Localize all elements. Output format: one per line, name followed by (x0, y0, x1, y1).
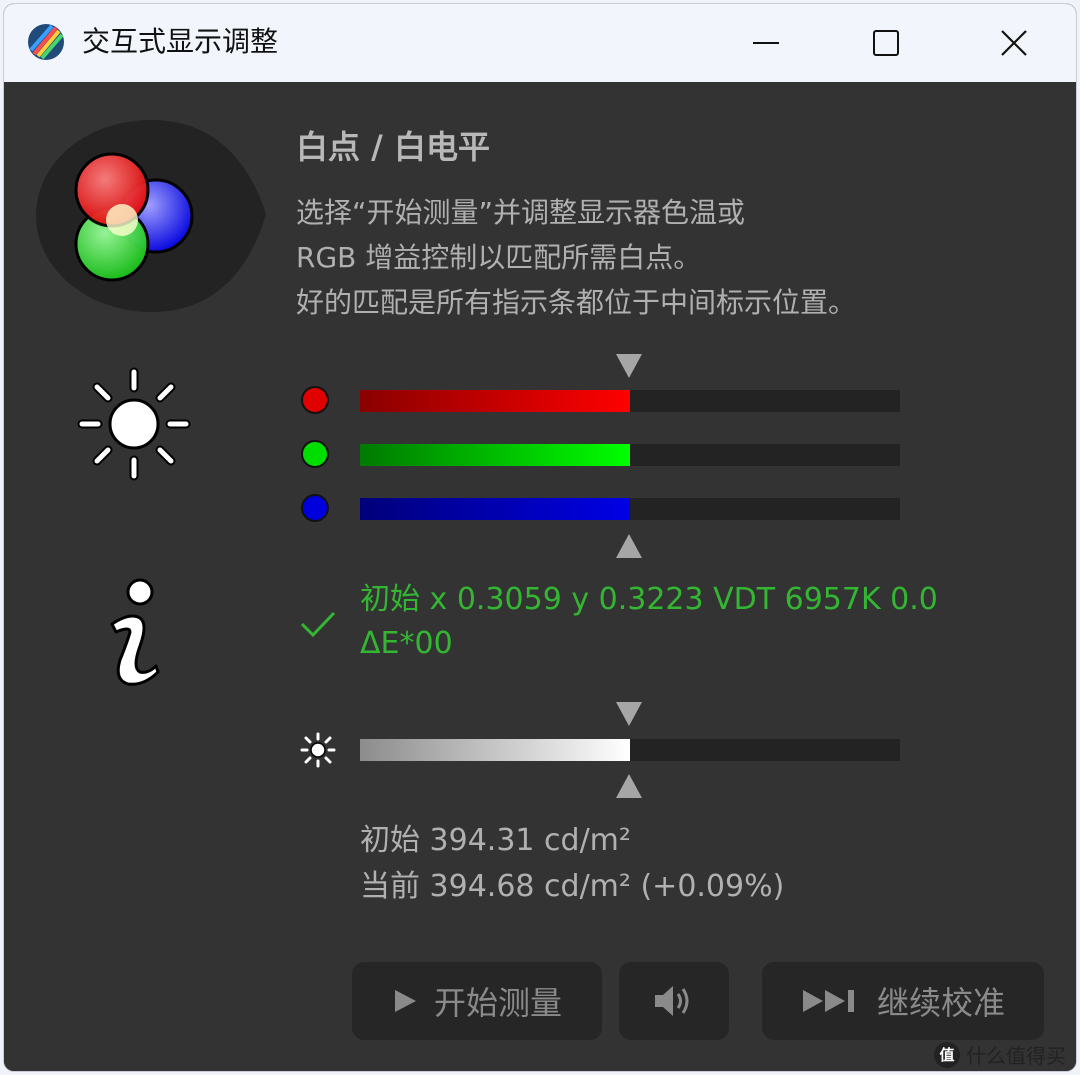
watermark-text: 什么值得买 (966, 1044, 1066, 1068)
green-gain-bar (360, 444, 900, 466)
sound-toggle-button[interactable] (619, 962, 729, 1040)
continue-calibration-button[interactable]: 继续校准 (762, 962, 1044, 1040)
continue-calibration-label: 继续校准 (876, 984, 1005, 1022)
minimize-button[interactable] (738, 18, 794, 68)
luminance-target-marker-top (616, 702, 642, 726)
luminance-current: 当前 394.68 cd/m² (+0.09%) (360, 869, 785, 904)
window-title: 交互式显示调整 (82, 25, 279, 58)
close-icon (1001, 30, 1027, 56)
info-icon (110, 578, 160, 686)
blue-gain-fill (360, 498, 630, 520)
target-marker-top (616, 354, 642, 378)
luminance-initial: 初始 394.31 cd/m² (360, 823, 631, 858)
app-logo-icon (28, 24, 64, 60)
luminance-bar (360, 739, 900, 761)
small-sun-icon (300, 732, 336, 768)
target-marker-bottom (616, 534, 642, 558)
blue-gain-bar (360, 498, 900, 520)
brightness-sun-icon (77, 367, 191, 481)
content-area: 白点 / 白电平 选择“开始测量”并调整显示器色温或 RGB 增益控制以匹配所需… (4, 82, 1076, 1071)
section-title: 白点 / 白电平 (296, 128, 490, 166)
watermark: 值 什么值得买 (934, 1040, 1066, 1069)
skip-forward-icon (802, 990, 854, 1012)
luminance-target-marker-bottom (616, 774, 642, 798)
play-icon (394, 990, 416, 1012)
close-button[interactable] (986, 18, 1042, 68)
maximize-button[interactable] (858, 18, 914, 68)
luminance-fill (360, 739, 630, 761)
description-line: RGB 增益控制以匹配所需白点。 (296, 241, 702, 274)
section-description: 选择“开始测量”并调整显示器色温或 RGB 增益控制以匹配所需白点。 好的匹配是… (296, 190, 856, 325)
description-line: 选择“开始测量”并调整显示器色温或 (296, 196, 746, 229)
luminance-readout: 初始 394.31 cd/m² 当前 394.68 cd/m² (+0.09%) (360, 818, 784, 910)
start-measurement-label: 开始测量 (433, 984, 562, 1022)
green-channel-dot (301, 440, 329, 468)
green-gain-fill (360, 444, 630, 466)
watermark-badge: 值 (934, 1041, 960, 1068)
rgb-whitepoint-icon (36, 120, 266, 312)
blue-channel-dot (301, 494, 329, 522)
red-gain-bar (360, 390, 900, 412)
red-channel-dot (301, 386, 329, 414)
checkmark-icon (300, 611, 336, 638)
app-window: 交互式显示调整 白点 / 白电平 选择“开始测量”并调整显示器色温或 RGB 增… (4, 4, 1076, 1071)
maximize-icon (873, 30, 899, 56)
minimize-icon (753, 42, 779, 44)
description-line: 好的匹配是所有指示条都位于中间标示位置。 (296, 286, 857, 319)
red-gain-fill (360, 390, 630, 412)
speaker-icon (655, 986, 689, 1016)
start-measurement-button[interactable]: 开始测量 (352, 962, 602, 1040)
measurement-status: 初始 x 0.3059 y 0.3223 VDT 6957K 0.0 ΔE*00 (360, 582, 938, 661)
title-bar[interactable]: 交互式显示调整 (4, 4, 1076, 82)
